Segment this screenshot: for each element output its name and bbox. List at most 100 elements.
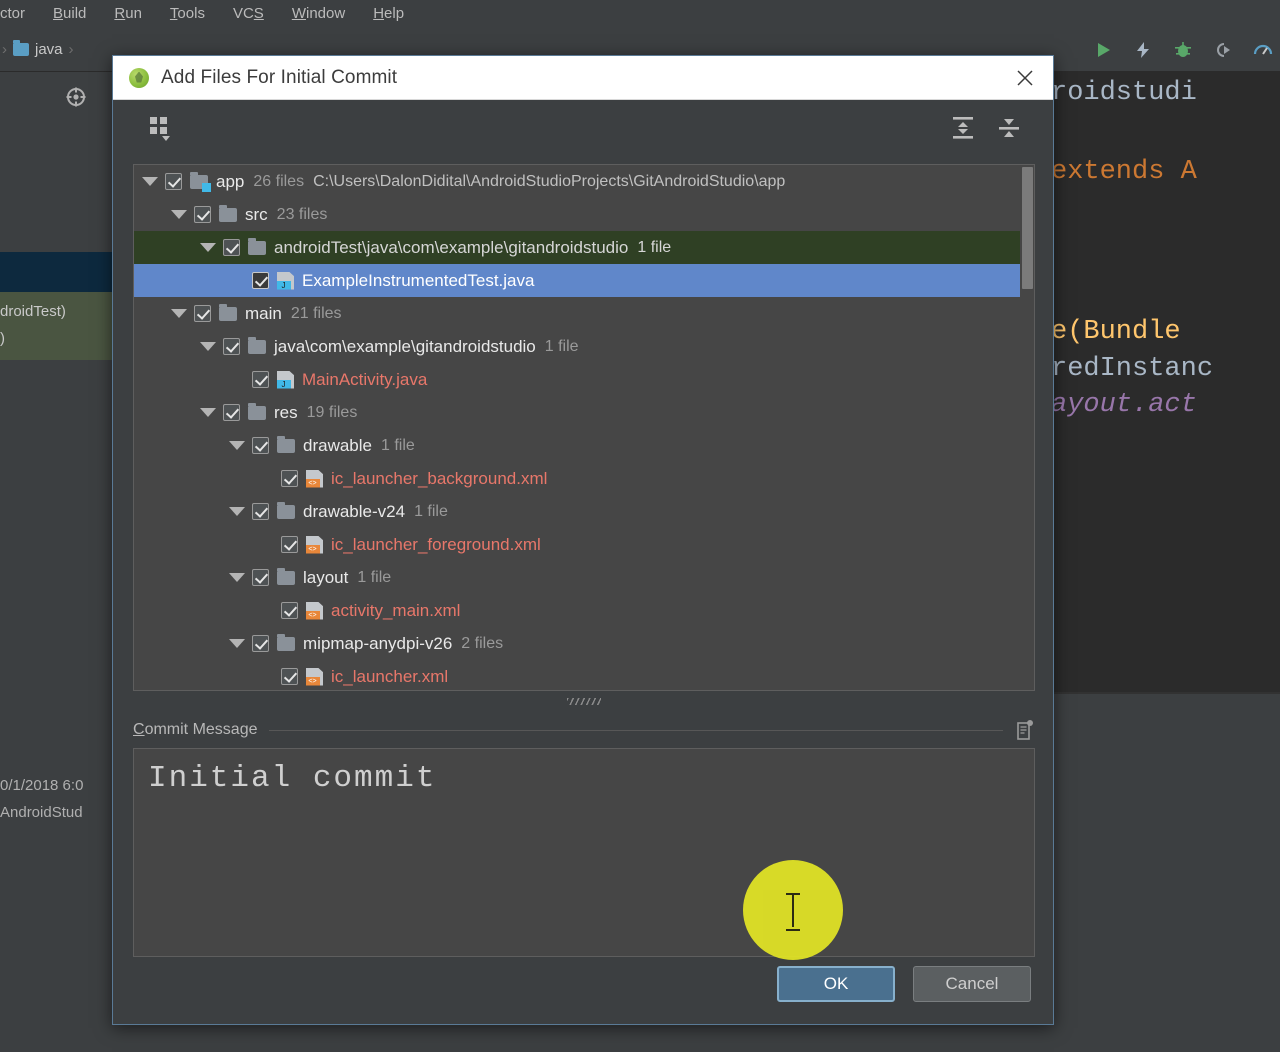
tree-row-count: 26 files [253,172,305,190]
menu-item-vcs[interactable]: VCS [233,5,264,22]
code-editor[interactable]: roidstudi extends A e(Bundle redInstanc … [1044,72,1280,692]
expand-arrow-icon[interactable] [200,342,216,351]
checkbox[interactable] [281,470,298,487]
checkbox[interactable] [223,404,240,421]
collapse-all-icon[interactable] [996,115,1022,141]
apply-changes-icon[interactable] [1132,39,1154,61]
checkbox[interactable] [281,602,298,619]
checkbox[interactable] [252,272,269,289]
dialog-title: Add Files For Initial Commit [161,66,398,88]
checkbox[interactable] [252,371,269,388]
checkbox[interactable] [194,305,211,322]
expand-arrow-icon[interactable] [229,639,245,648]
checkbox[interactable] [223,338,240,355]
dialog-toolbar [113,100,1053,155]
tree-row[interactable]: mipmap-anydpi-v26 2 files [134,627,1034,660]
gear-icon[interactable] [66,87,86,107]
expand-arrow-icon[interactable] [229,441,245,450]
tree-row[interactable]: layout 1 file [134,561,1034,594]
cancel-button[interactable]: Cancel [913,966,1031,1002]
java-file-icon: J [277,370,294,389]
tree-row-count: 21 files [290,304,342,322]
tree-row[interactable]: main 21 files [134,297,1034,330]
menu-item-run[interactable]: Run [114,5,142,22]
expand-arrow-icon[interactable] [171,210,187,219]
header-divider [269,729,1003,731]
file-tree-panel[interactable]: app 26 files C:\Users\DalonDidital\Android… [133,164,1035,691]
tree-row[interactable]: <> ic_launcher_background.xml [134,462,1034,495]
expand-arrow-icon[interactable] [229,573,245,582]
expand-arrow-icon[interactable] [142,177,158,186]
xml-file-icon: <> [306,667,323,686]
run-icon[interactable] [1092,39,1114,61]
add-files-dialog: Add Files For Initial Commit app 26 file… [112,55,1054,1025]
ok-button[interactable]: OK [777,966,895,1002]
xml-file-icon: <> [306,535,323,554]
tree-row-count: 2 files [461,634,504,652]
checkbox[interactable] [252,569,269,586]
expand-arrow-icon[interactable] [171,309,187,318]
attach-debugger-icon[interactable] [1212,39,1234,61]
folder-icon [13,39,29,56]
checkbox[interactable] [194,206,211,223]
tree-row[interactable]: J ExampleInstrumentedTest.java [134,264,1034,297]
code-line-3: e(Bundle [1051,317,1181,347]
breadcrumb-item-java[interactable]: java [9,39,67,58]
tree-row[interactable]: java\com\example\gitandroidstudio 1 file [134,330,1034,363]
xml-file-icon: <> [306,601,323,620]
commit-message-input[interactable]: Initial commit [133,748,1035,957]
panel-row-test-line1: droidTest) [0,303,66,320]
folder-icon [277,435,295,453]
menu-item-tools[interactable]: Tools [170,5,205,22]
checkbox[interactable] [165,173,182,190]
expand-arrow-icon[interactable] [229,507,245,516]
menu-item-ctor[interactable]: ctor [0,5,25,22]
code-line-1: roidstudi [1051,78,1197,108]
tree-row[interactable]: src 23 files [134,198,1034,231]
checkbox[interactable] [252,635,269,652]
checkbox[interactable] [252,437,269,454]
tree-row-count: 19 files [306,403,358,421]
tree-row-count: 1 file [414,502,448,520]
code-line-4: redInstanc [1051,354,1214,384]
panel-splitter[interactable] [133,693,1035,709]
tree-row-name: java\com\example\gitandroidstudio [274,336,536,356]
folder-icon [219,204,237,222]
tree-row-count: 1 file [637,238,672,256]
menu-item-build[interactable]: Build [53,5,86,22]
tree-row-name: ExampleInstrumentedTest.java [302,270,535,290]
tree-row[interactable]: <> ic_launcher_foreground.xml [134,528,1034,561]
tree-row[interactable]: <> ic_launcher.xml [134,660,1034,690]
dialog-buttons: OK Cancel [777,966,1031,1002]
tree-row[interactable]: res 19 files [134,396,1034,429]
tree-row-name: drawable-v24 [303,501,406,521]
expand-arrow-icon[interactable] [200,243,216,252]
tree-scrollbar-thumb[interactable] [1022,167,1033,289]
tree-row[interactable]: <> activity_main.xml [134,594,1034,627]
close-icon[interactable] [997,56,1053,99]
checkbox[interactable] [252,503,269,520]
run-toolbar [1092,27,1280,72]
debug-icon[interactable] [1172,39,1194,61]
tree-row-name: androidTest\java\com\example\gitandroids… [274,237,629,257]
profiler-icon[interactable] [1252,39,1274,61]
tree-row[interactable]: drawable-v24 1 file [134,495,1034,528]
tree-row[interactable]: androidTest\java\com\example\gitandroids… [134,231,1034,264]
menu-item-window[interactable]: Window [292,5,345,22]
tree-row[interactable]: drawable 1 file [134,429,1034,462]
group-by-icon[interactable] [149,116,177,142]
commit-history-icon[interactable] [1015,719,1035,741]
expand-all-icon[interactable] [950,115,976,141]
checkbox[interactable] [281,536,298,553]
expand-arrow-icon[interactable] [200,408,216,417]
tree-row-count: 23 files [276,205,328,223]
tree-scrollbar[interactable] [1020,165,1034,690]
tree-row[interactable]: J MainActivity.java [134,363,1034,396]
breadcrumb-separator: › [2,40,7,58]
tree-row-name: activity_main.xml [331,600,461,620]
menu-item-help[interactable]: Help [373,5,404,22]
dialog-title-bar: Add Files For Initial Commit [113,56,1053,100]
checkbox[interactable] [281,668,298,685]
tree-row[interactable]: app 26 files C:\Users\DalonDidital\Android… [134,165,1034,198]
checkbox[interactable] [223,239,240,256]
